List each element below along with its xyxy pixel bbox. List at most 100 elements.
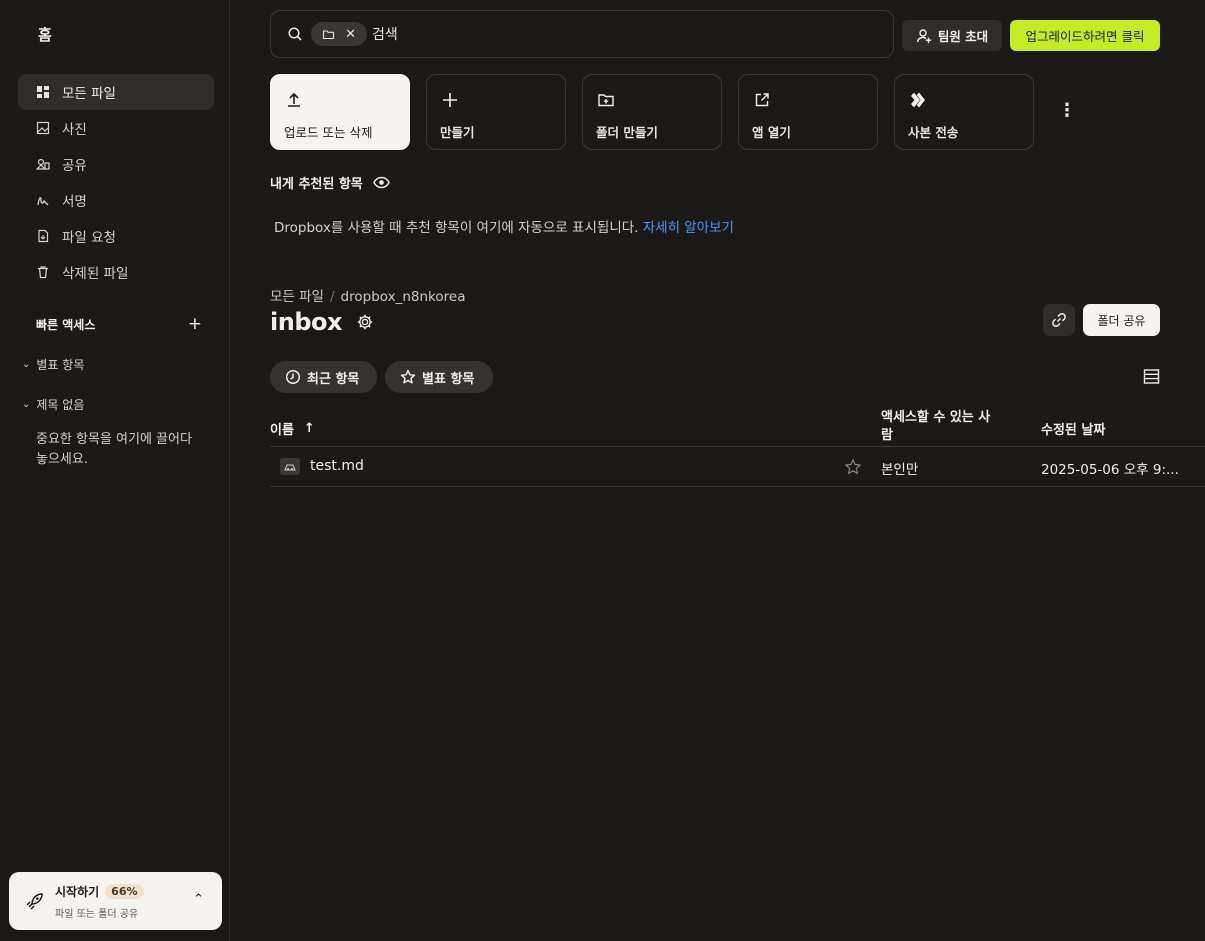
quick-access-header: 빠른 액세스 + <box>36 314 202 334</box>
close-icon[interactable]: ✕ <box>345 27 356 42</box>
breadcrumb: 모든 파일 / dropbox_n8nkorea <box>270 285 465 305</box>
new-folder-icon <box>598 94 614 107</box>
add-quick-access-button[interactable]: + <box>188 314 202 334</box>
copy-link-button[interactable] <box>1043 304 1075 336</box>
recent-filter-label: 최근 항목 <box>307 371 360 387</box>
upgrade-button[interactable]: 업그레이드하려면 클릭 <box>1010 20 1160 51</box>
table-row-divider <box>270 486 1205 487</box>
upload-card-label: 업로드 또는 삭제 <box>284 125 373 140</box>
all-files-icon <box>36 85 50 99</box>
sidebar-nav: 모든 파일 사진 공유 서명 파일 요청 삭제된 파일 <box>18 74 214 290</box>
sidebar-item-label: 모든 파일 <box>62 86 116 102</box>
dropbox-app: 홈 모든 파일 사진 공유 서명 파일 요청 삭제된 파일 빠른 액세스 + ⌄… <box>0 0 1205 941</box>
plus-icon <box>443 93 457 107</box>
list-view-icon[interactable] <box>1143 368 1160 385</box>
starred-section-toggle[interactable]: ⌄ 별표 항목 <box>22 356 84 373</box>
create-card-label: 만들기 <box>440 125 475 140</box>
sidebar-item-label: 사진 <box>62 122 87 138</box>
file-modified-date: 2025-05-06 오후 9:... <box>1041 462 1179 478</box>
create-card[interactable]: 만들기 <box>426 74 566 150</box>
rocket-icon <box>26 893 43 910</box>
shared-icon <box>36 157 50 171</box>
breadcrumb-root[interactable]: 모든 파일 <box>270 289 324 305</box>
link-icon <box>1052 313 1066 327</box>
starred-filter-button[interactable]: 별표 항목 <box>385 361 493 393</box>
trash-icon <box>36 265 50 279</box>
sidebar-item-label: 서명 <box>62 194 87 210</box>
recommended-header: 내게 추천된 항목 <box>270 173 390 192</box>
recommended-text: Dropbox를 사용할 때 추천 항목이 여기에 자동으로 표시됩니다. <box>274 220 639 236</box>
onboarding-title: 시작하기 <box>55 885 100 899</box>
learn-more-link[interactable]: 자세히 알아보기 <box>643 220 734 236</box>
home-title[interactable]: 홈 <box>38 24 52 45</box>
sidebar-item-deleted[interactable]: 삭제된 파일 <box>18 254 214 290</box>
onboarding-card[interactable]: 시작하기 66% 파일 또는 폴더 공유 ⌃ <box>9 872 222 930</box>
open-app-icon <box>755 93 769 107</box>
open-app-card[interactable]: 앱 열기 <box>738 74 878 150</box>
file-access: 본인만 <box>881 462 919 478</box>
folder-scope-chip[interactable]: ✕ <box>311 22 367 46</box>
add-user-icon <box>916 28 932 43</box>
breadcrumb-parent[interactable]: dropbox_n8nkorea <box>341 289 466 305</box>
onboarding-progress-badge: 66% <box>105 884 144 899</box>
sidebar-item-file-requests[interactable]: 파일 요청 <box>18 218 214 254</box>
more-options-icon[interactable]: ⋮ <box>1058 101 1076 121</box>
drop-hint: 중요한 항목을 여기에 끌어다 놓으세요. <box>36 432 192 467</box>
file-icon <box>280 458 300 475</box>
sidebar-item-label: 파일 요청 <box>62 230 116 246</box>
sidebar-item-shared[interactable]: 공유 <box>18 146 214 182</box>
new-folder-card-label: 폴더 만들기 <box>596 125 658 140</box>
page-title: inbox <box>270 308 342 336</box>
upload-icon <box>288 92 300 107</box>
folder-icon <box>322 29 335 39</box>
search-bar[interactable]: ✕ 검색 <box>270 10 894 58</box>
sidebar-item-all-files[interactable]: 모든 파일 <box>18 74 214 110</box>
folder-header: inbox <box>270 308 374 336</box>
sidebar-item-photos[interactable]: 사진 <box>18 110 214 146</box>
recommended-empty-message: Dropbox를 사용할 때 추천 항목이 여기에 자동으로 표시됩니다. 자세… <box>274 216 734 236</box>
sidebar-item-label: 공유 <box>62 158 87 174</box>
share-folder-button[interactable]: 폴더 공유 <box>1083 304 1160 336</box>
column-header-modified[interactable]: 수정된 날짜 <box>1041 419 1105 438</box>
column-header-access[interactable]: 액세스할 수 있는 사람 <box>881 409 1001 445</box>
transfer-card-label: 사본 전송 <box>908 125 959 140</box>
starred-filter-label: 별표 항목 <box>422 371 475 387</box>
search-input[interactable]: 검색 <box>372 24 398 44</box>
sidebar-item-signature[interactable]: 서명 <box>18 182 214 218</box>
star-icon <box>400 369 416 384</box>
chevron-up-icon[interactable]: ⌃ <box>193 892 204 907</box>
search-icon <box>288 27 302 41</box>
photo-icon <box>36 121 50 135</box>
chevron-down-icon: ⌄ <box>22 399 31 410</box>
star-icon[interactable] <box>844 458 862 476</box>
recommended-title: 내게 추천된 항목 <box>270 177 363 192</box>
invite-member-button[interactable]: 팀원 초대 <box>902 20 1002 51</box>
sidebar-item-label: 삭제된 파일 <box>62 266 129 282</box>
invite-label: 팀원 초대 <box>937 29 989 44</box>
signature-icon <box>36 193 50 207</box>
open-app-card-label: 앱 열기 <box>752 125 791 140</box>
untitled-section-toggle[interactable]: ⌄ 제목 없음 <box>22 396 84 413</box>
table-row[interactable]: test.md 본인만 2025-05-06 오후 9:... <box>270 447 1205 486</box>
column-header-name[interactable]: 이름 ↑ <box>270 419 315 438</box>
transfer-card[interactable]: 사본 전송 <box>894 74 1034 150</box>
transfer-icon <box>911 92 925 108</box>
new-folder-card[interactable]: 폴더 만들기 <box>582 74 722 150</box>
breadcrumb-separator: / <box>329 289 335 305</box>
upload-card[interactable]: 업로드 또는 삭제 <box>270 74 410 150</box>
chevron-down-icon: ⌄ <box>22 359 31 370</box>
starred-section-label: 별표 항목 <box>36 358 85 372</box>
quick-access-label: 빠른 액세스 <box>36 317 96 332</box>
file-name[interactable]: test.md <box>310 458 364 474</box>
clock-icon <box>285 369 301 385</box>
eye-icon[interactable] <box>372 174 390 191</box>
sidebar: 홈 모든 파일 사진 공유 서명 파일 요청 삭제된 파일 빠른 액세스 + ⌄… <box>0 0 230 941</box>
gear-icon[interactable] <box>356 313 374 331</box>
recent-filter-button[interactable]: 최근 항목 <box>270 361 377 393</box>
onboarding-title-row: 시작하기 66% <box>55 883 144 900</box>
untitled-section-label: 제목 없음 <box>36 398 85 412</box>
sort-ascending-icon: ↑ <box>303 421 315 436</box>
column-header-name-label: 이름 <box>270 423 294 438</box>
file-request-icon <box>36 229 50 243</box>
onboarding-subtitle: 파일 또는 폴더 공유 <box>55 909 139 920</box>
